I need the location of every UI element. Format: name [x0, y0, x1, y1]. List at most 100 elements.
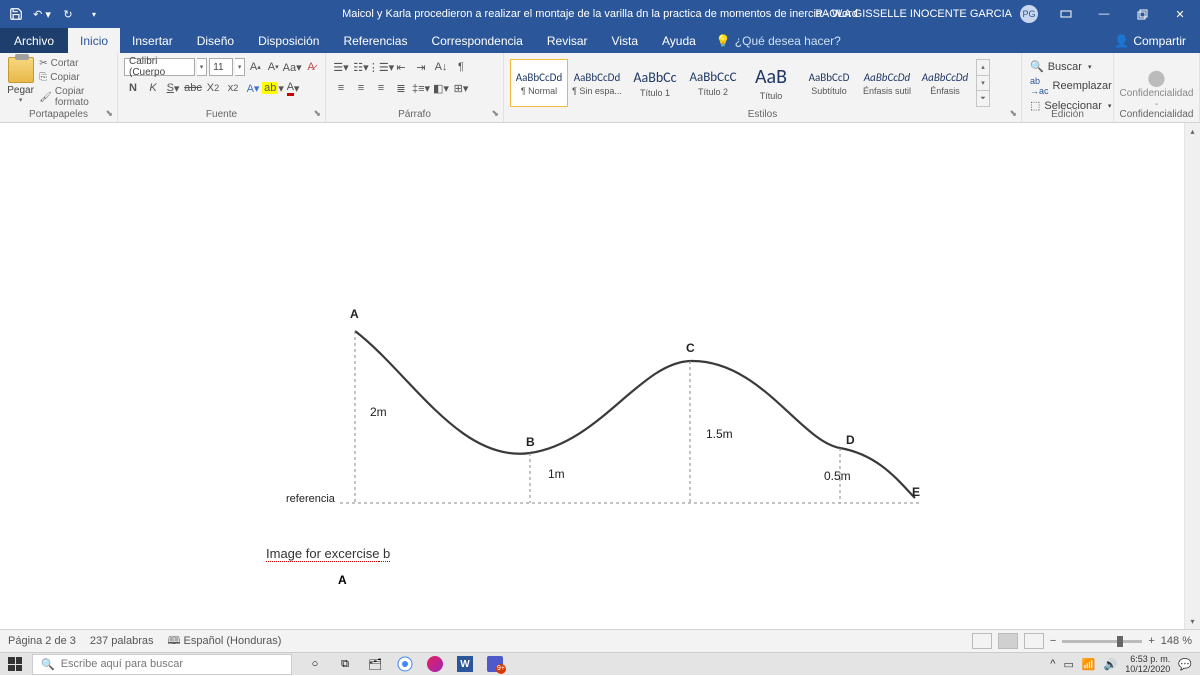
paragraph-launcher-icon[interactable]: ⬊ — [491, 108, 499, 119]
style-subttulo[interactable]: AaBbCcDSubtítulo — [800, 59, 858, 107]
document-canvas[interactable]: A B C D E 2m 1m 1.5m 0.5m referencia Ima… — [0, 123, 1200, 629]
decrease-indent-button[interactable]: ⇤ — [392, 58, 410, 76]
show-marks-button[interactable]: ¶ — [452, 58, 470, 76]
align-center-button[interactable]: ≡ — [352, 79, 370, 97]
style-ttulo2[interactable]: AaBbCcCTítulo 2 — [684, 59, 742, 107]
italic-button[interactable]: K — [144, 79, 162, 97]
find-button[interactable]: 🔍Buscar▾ — [1028, 59, 1107, 74]
multilevel-button[interactable]: ⋮☰▾ — [372, 58, 390, 76]
shading-button[interactable]: ◧▾ — [432, 79, 450, 97]
clear-formatting-button[interactable]: A̷ — [303, 58, 319, 76]
tab-inicio[interactable]: Inicio — [68, 28, 120, 53]
line-spacing-button[interactable]: ‡≡▾ — [412, 79, 430, 97]
redo-icon[interactable]: ↻ — [58, 4, 78, 24]
borders-button[interactable]: ⊞▾ — [452, 79, 470, 97]
minimize-button[interactable]: — — [1086, 0, 1122, 28]
word-icon[interactable]: W — [452, 653, 478, 676]
tell-me-search[interactable]: 💡 ¿Qué desea hacer? — [716, 28, 841, 53]
font-launcher-icon[interactable]: ⬊ — [313, 108, 321, 119]
style-ttulo[interactable]: AaBTítulo — [742, 59, 800, 107]
chrome-icon[interactable] — [392, 653, 418, 676]
highlight-button[interactable]: ab▾ — [264, 79, 282, 97]
confidentiality-button[interactable]: ⬤ Confidencialidad - — [1120, 68, 1194, 110]
grow-font-button[interactable]: A▴ — [247, 58, 263, 76]
bold-button[interactable]: N — [124, 79, 142, 97]
style-nfasissutil[interactable]: AaBbCcDdÉnfasis sutil — [858, 59, 916, 107]
start-button[interactable] — [0, 653, 30, 676]
save-icon[interactable] — [6, 4, 26, 24]
font-color-button[interactable]: A▾ — [284, 79, 302, 97]
web-layout-button[interactable] — [1024, 633, 1044, 649]
styles-gallery[interactable]: AaBbCcDd¶ NormalAaBbCcDd¶ Sin espa...AaB… — [510, 55, 1015, 107]
font-name-input[interactable]: Calibri (Cuerpo — [124, 58, 195, 76]
bullets-button[interactable]: ☰▾ — [332, 58, 350, 76]
style-sinespa[interactable]: AaBbCcDd¶ Sin espa... — [568, 59, 626, 107]
change-case-button[interactable]: Aa▾ — [283, 58, 301, 76]
notifications-icon[interactable]: 💬 — [1178, 658, 1192, 671]
page-indicator[interactable]: Página 2 de 3 — [8, 635, 76, 647]
taskbar-search[interactable]: 🔍Escribe aquí para buscar — [32, 654, 292, 675]
cut-button[interactable]: ✂Cortar — [37, 57, 111, 70]
volume-icon[interactable]: 🔊 — [1104, 658, 1118, 671]
read-mode-button[interactable] — [972, 633, 992, 649]
word-count[interactable]: 237 palabras — [90, 635, 154, 647]
justify-button[interactable]: ≣ — [392, 79, 410, 97]
language-indicator[interactable]: 🕮 Español (Honduras) — [168, 632, 282, 651]
user-avatar[interactable]: PG — [1020, 5, 1038, 23]
clipboard-launcher-icon[interactable]: ⬊ — [105, 108, 113, 119]
tab-diseno[interactable]: Diseño — [185, 28, 246, 53]
qat-customize-icon[interactable]: ▾ — [84, 4, 104, 24]
sort-button[interactable]: A↓ — [432, 58, 450, 76]
align-right-button[interactable]: ≡ — [372, 79, 390, 97]
scroll-down-icon[interactable]: ▾ — [1185, 613, 1200, 629]
zoom-level[interactable]: 148 % — [1161, 635, 1192, 647]
vertical-scrollbar[interactable]: ▴ ▾ — [1184, 123, 1200, 629]
style-nfasis[interactable]: AaBbCcDdÉnfasis — [916, 59, 974, 107]
task-view-icon[interactable]: ⧉ — [332, 653, 358, 676]
tray-chevron-icon[interactable]: ^ — [1050, 658, 1055, 670]
text-effects-button[interactable]: A▾ — [244, 79, 262, 97]
align-left-button[interactable]: ≡ — [332, 79, 350, 97]
file-tab[interactable]: Archivo — [0, 28, 68, 53]
subscript-button[interactable]: X2 — [204, 79, 222, 97]
style-ttulo1[interactable]: AaBbCcTítulo 1 — [626, 59, 684, 107]
teams-icon[interactable]: 9+ — [482, 653, 508, 676]
tab-referencias[interactable]: Referencias — [331, 28, 419, 53]
increase-indent-button[interactable]: ⇥ — [412, 58, 430, 76]
close-button[interactable]: ✕ — [1162, 0, 1198, 28]
strikethrough-button[interactable]: abc — [184, 79, 202, 97]
battery-icon[interactable]: ▭ — [1063, 658, 1073, 671]
format-painter-button[interactable]: 🖌Copiar formato — [37, 85, 111, 109]
zoom-out-button[interactable]: − — [1050, 635, 1056, 647]
tab-disposicion[interactable]: Disposición — [246, 28, 331, 53]
font-name-dropdown[interactable]: ▾ — [197, 58, 208, 76]
styles-more-button[interactable]: ▴▾⏷ — [976, 59, 990, 107]
styles-launcher-icon[interactable]: ⬊ — [1009, 108, 1017, 119]
tab-ayuda[interactable]: Ayuda — [650, 28, 708, 53]
share-button[interactable]: 👤 Compartir — [1100, 28, 1200, 53]
tab-vista[interactable]: Vista — [600, 28, 650, 53]
undo-icon[interactable]: ↶ ▾ — [32, 4, 52, 24]
ribbon-display-icon[interactable] — [1048, 0, 1084, 28]
taskbar-clock[interactable]: 6:53 p. m. 10/12/2020 — [1125, 654, 1170, 674]
app-icon[interactable] — [422, 653, 448, 676]
wifi-icon[interactable]: 📶 — [1082, 658, 1096, 671]
copy-button[interactable]: ⎘Copiar — [37, 71, 111, 84]
tab-correspondencia[interactable]: Correspondencia — [419, 28, 534, 53]
font-size-dropdown[interactable]: ▾ — [235, 58, 246, 76]
superscript-button[interactable]: x2 — [224, 79, 242, 97]
tab-insertar[interactable]: Insertar — [120, 28, 185, 53]
scroll-up-icon[interactable]: ▴ — [1185, 123, 1200, 139]
zoom-slider[interactable] — [1062, 640, 1142, 643]
zoom-in-button[interactable]: + — [1148, 635, 1154, 647]
print-layout-button[interactable] — [998, 633, 1018, 649]
style-normal[interactable]: AaBbCcDd¶ Normal — [510, 59, 568, 107]
cortana-icon[interactable]: ○ — [302, 653, 328, 676]
maximize-button[interactable] — [1124, 0, 1160, 28]
file-explorer-icon[interactable]: 🗂 — [362, 653, 388, 676]
font-size-input[interactable]: 11 — [209, 58, 233, 76]
tab-revisar[interactable]: Revisar — [535, 28, 600, 53]
replace-button[interactable]: ab→acReemplazar — [1028, 75, 1107, 97]
underline-button[interactable]: S▾ — [164, 79, 182, 97]
shrink-font-button[interactable]: A▾ — [265, 58, 281, 76]
